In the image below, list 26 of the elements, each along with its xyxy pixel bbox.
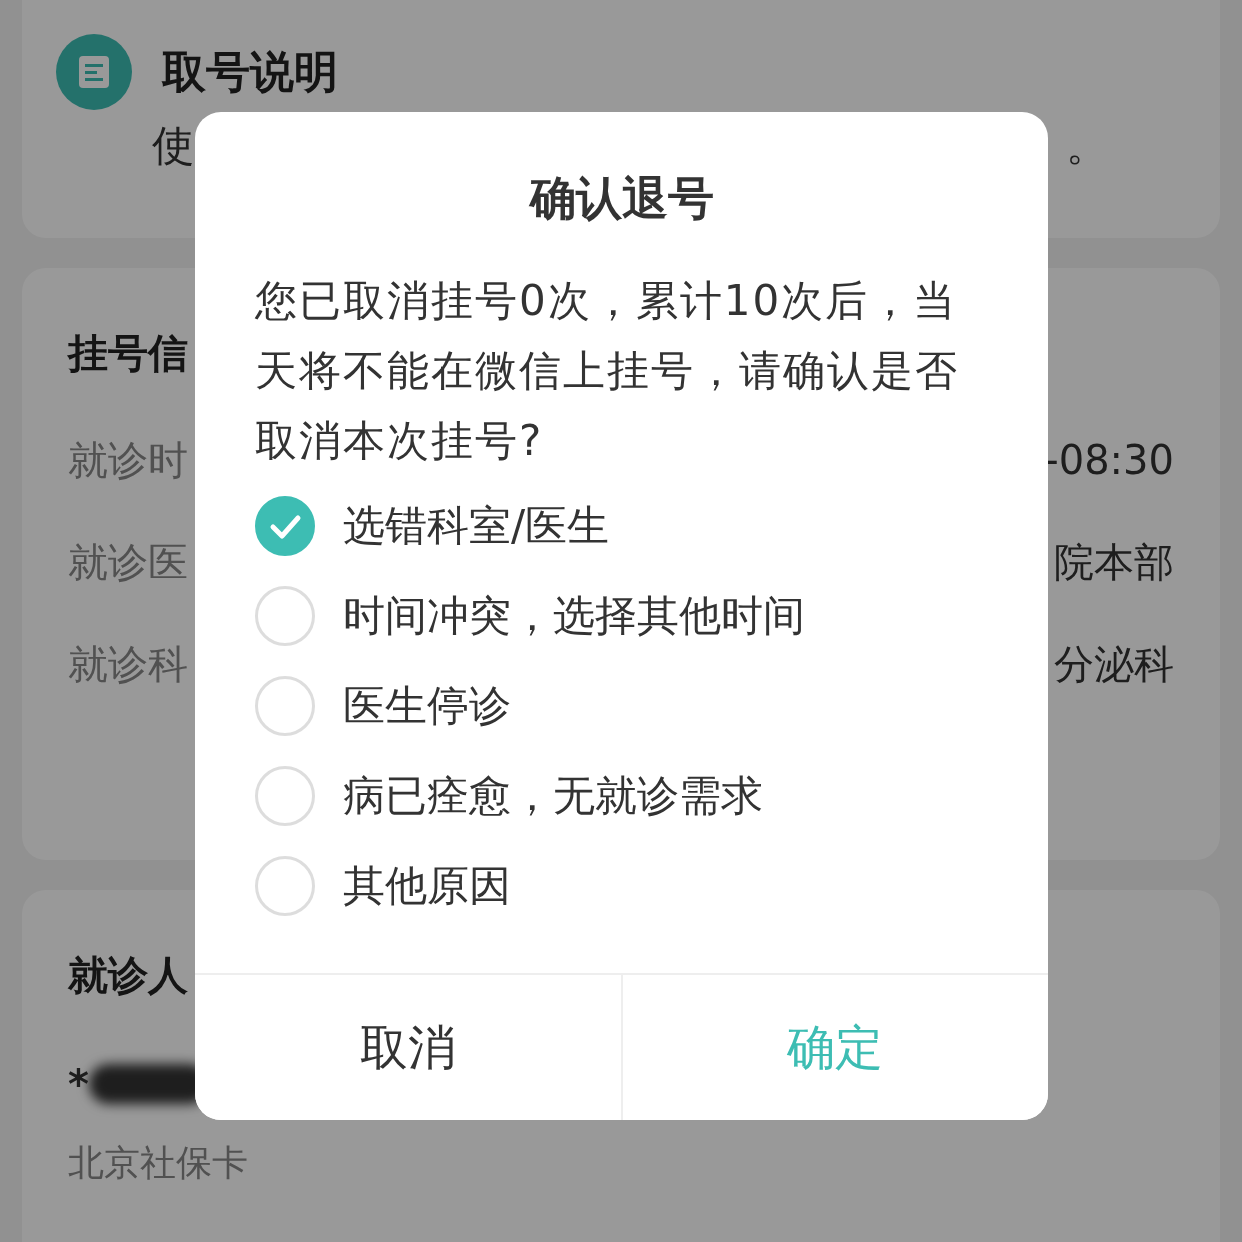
radio-button[interactable]	[255, 766, 315, 826]
reason-option[interactable]: 时间冲突，选择其他时间	[255, 586, 988, 646]
dialog-title: 确认退号	[528, 170, 715, 226]
radio-button[interactable]	[255, 676, 315, 736]
reason-option[interactable]: 其他原因	[255, 856, 988, 916]
field-label: 就诊科	[68, 639, 188, 689]
patient-name: *	[68, 1061, 89, 1107]
card-type: 北京社保卡	[68, 1141, 249, 1185]
notice-text: 。	[1066, 120, 1108, 172]
card-title: 取号说明	[162, 44, 338, 99]
field-value: 分泌科	[1054, 639, 1174, 689]
field-value: 院本部	[1054, 537, 1174, 587]
radio-button[interactable]	[255, 496, 315, 556]
reason-option[interactable]: 病已痊愈，无就诊需求	[255, 766, 988, 826]
reason-option[interactable]: 医生停诊	[255, 676, 988, 736]
field-label: 就诊时	[68, 435, 188, 485]
notice-text: 使	[152, 120, 194, 172]
field-label: 就诊医	[68, 537, 188, 587]
dialog-message: 您已取消挂号0次，累计10次后，当天将不能在微信上挂号，请确认是否取消本次挂号?	[254, 275, 960, 467]
field-value: -08:30	[1044, 437, 1174, 483]
radio-button[interactable]	[255, 856, 315, 916]
radio-button[interactable]	[255, 586, 315, 646]
reason-option[interactable]: 选错科室/医生	[255, 496, 988, 556]
card-title: 挂号信	[68, 329, 188, 378]
document-icon	[56, 34, 132, 110]
card-title: 就诊人	[68, 951, 188, 1000]
